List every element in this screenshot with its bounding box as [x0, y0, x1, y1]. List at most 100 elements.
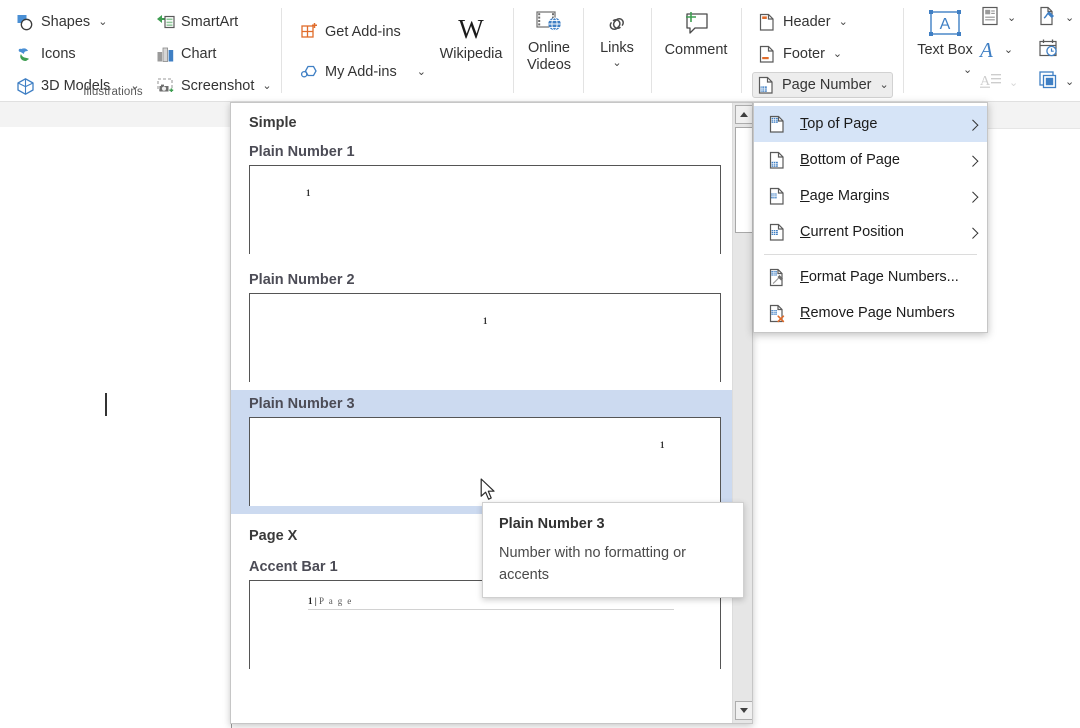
scroll-up-arrow	[740, 112, 748, 117]
chevron-down-icon[interactable]: ⌄	[833, 48, 842, 60]
chevron-down-icon[interactable]: ⌄	[417, 66, 426, 78]
bottom-of-page-icon	[766, 149, 788, 171]
date-time-icon	[1038, 39, 1059, 63]
chevron-down-icon[interactable]: ⌄	[262, 80, 271, 92]
signature-line-button[interactable]: ⌄	[1038, 6, 1074, 31]
text-box-button[interactable]: A Text Box ⌄	[914, 8, 976, 76]
ribbon-group-header-footer: Header ⌄ Footer ⌄ Page Number ⌄	[742, 0, 902, 101]
current-position-icon	[766, 221, 788, 243]
wikipedia-button[interactable]: W Wikipedia	[430, 12, 512, 63]
menu-item-label: Top of Page	[800, 116, 878, 132]
links-label: Links	[600, 40, 634, 56]
scroll-down-button[interactable]	[735, 701, 752, 720]
icons-icon	[15, 44, 35, 64]
my-add-ins-label: My Add-ins	[325, 64, 397, 80]
wikipedia-label: Wikipedia	[439, 46, 503, 62]
gallery-category-heading: Simple	[249, 115, 297, 131]
chevron-down-icon[interactable]: ⌄	[1009, 78, 1018, 89]
quick-parts-icon	[980, 6, 1000, 31]
chevron-right-icon	[967, 191, 979, 203]
get-add-ins-label: Get Add-ins	[325, 24, 401, 40]
chevron-down-icon[interactable]: ⌄	[879, 79, 888, 91]
ribbon-group-links: Links ⌄	[584, 0, 650, 101]
date-time-button[interactable]	[1038, 38, 1059, 64]
menu-item-label: Format Page Numbers...	[800, 269, 959, 285]
chevron-down-icon[interactable]: ⌄	[1007, 13, 1016, 24]
document-page[interactable]	[0, 127, 232, 728]
gallery-scrollbar[interactable]	[732, 103, 752, 723]
online-videos-button[interactable]: Online Videos	[518, 10, 580, 74]
chevron-down-icon[interactable]: ⌄	[98, 16, 107, 28]
links-button[interactable]: Links ⌄	[590, 12, 644, 69]
preview-accent-bar	[308, 609, 674, 610]
chevron-right-icon	[967, 155, 979, 167]
smartart-icon	[155, 12, 175, 32]
preview-page-number: 1	[483, 316, 488, 326]
drop-cap-icon: A	[980, 72, 1002, 95]
remove-page-numbers-icon	[766, 302, 788, 324]
svg-text:A: A	[940, 16, 951, 33]
menu-item-remove-page-numbers[interactable]: Remove Page Numbers	[754, 295, 987, 331]
menu-item-current-position[interactable]: Current Position	[754, 214, 987, 250]
page-margins-icon	[766, 185, 788, 207]
drop-cap-button[interactable]: A ⌄	[980, 72, 1018, 95]
gallery-item-plain-number-1[interactable]: Plain Number 1 1	[231, 138, 733, 254]
get-add-ins-button[interactable]: Get Add-ins	[296, 20, 404, 44]
online-videos-icon	[535, 10, 563, 40]
signature-line-icon	[1038, 6, 1058, 31]
comment-label: Comment	[664, 42, 728, 58]
page-number-label: Page Number	[782, 77, 872, 93]
shapes-icon	[15, 12, 35, 32]
header-label: Header	[783, 14, 831, 30]
scroll-down-arrow	[740, 708, 748, 713]
comment-button[interactable]: Comment	[656, 10, 736, 59]
top-of-page-icon	[766, 113, 788, 135]
menu-item-format-page-numbers[interactable]: Format Page Numbers...	[754, 259, 987, 295]
shapes-label: Shapes	[41, 14, 91, 30]
page-number-gallery[interactable]: Simple Plain Number 1 1 Plain Number 2 1…	[230, 102, 753, 724]
chevron-down-icon[interactable]: ⌄	[1004, 44, 1013, 56]
icons-button[interactable]: Icons	[12, 42, 79, 66]
page-number-icon	[756, 75, 776, 95]
comment-icon	[681, 10, 711, 42]
object-button[interactable]: ⌄	[1038, 70, 1074, 95]
preview-accent-text: 1 | P a g e	[308, 596, 353, 606]
text-box-label: Text Box	[917, 42, 973, 58]
page-number-button[interactable]: Page Number ⌄	[752, 72, 893, 98]
shapes-button[interactable]: Shapes ⌄	[12, 10, 110, 34]
page-number-menu[interactable]: Top of Page Bottom of Page Page Margins	[753, 102, 988, 333]
chevron-down-icon[interactable]: ⌄	[612, 58, 621, 69]
footer-icon	[757, 44, 777, 64]
menu-item-label: Current Position	[800, 224, 904, 240]
chevron-right-icon	[967, 119, 979, 131]
menu-item-page-margins[interactable]: Page Margins	[754, 178, 987, 214]
chevron-down-icon[interactable]: ⌄	[963, 65, 972, 76]
header-button[interactable]: Header ⌄	[754, 10, 851, 34]
gallery-item-plain-number-2[interactable]: Plain Number 2 1	[231, 266, 733, 382]
header-icon	[757, 12, 777, 32]
wordart-button[interactable]: A ⌄	[980, 40, 1013, 61]
menu-item-bottom-of-page[interactable]: Bottom of Page	[754, 142, 987, 178]
tooltip-description: Number with no formatting or accents	[499, 545, 686, 583]
object-icon	[1038, 70, 1058, 95]
chart-button[interactable]: Chart	[152, 42, 219, 66]
online-videos-label: Online Videos	[526, 40, 572, 73]
gallery-content: Simple Plain Number 1 1 Plain Number 2 1…	[231, 103, 733, 723]
chevron-down-icon[interactable]: ⌄	[1065, 13, 1074, 24]
footer-label: Footer	[783, 46, 825, 62]
smartart-button[interactable]: SmartArt	[152, 10, 241, 34]
chart-label: Chart	[181, 46, 217, 62]
chevron-down-icon[interactable]: ⌄	[839, 16, 848, 28]
chevron-right-icon	[967, 227, 979, 239]
menu-item-top-of-page[interactable]: Top of Page	[754, 106, 987, 142]
scroll-up-button[interactable]	[735, 105, 752, 124]
my-add-ins-button[interactable]: My Add-ins ⌄	[296, 60, 429, 84]
chevron-down-icon[interactable]: ⌄	[1065, 77, 1074, 88]
quick-parts-button[interactable]: ⌄	[980, 6, 1016, 31]
gallery-item-tooltip: Plain Number 3 Number with no formatting…	[482, 502, 744, 598]
preview-separator: |	[314, 596, 317, 606]
footer-button[interactable]: Footer ⌄	[754, 42, 845, 66]
scroll-thumb[interactable]	[735, 127, 752, 233]
group-label-illustrations: Illustrations	[83, 86, 143, 98]
gallery-item-title: Plain Number 1	[249, 144, 355, 160]
